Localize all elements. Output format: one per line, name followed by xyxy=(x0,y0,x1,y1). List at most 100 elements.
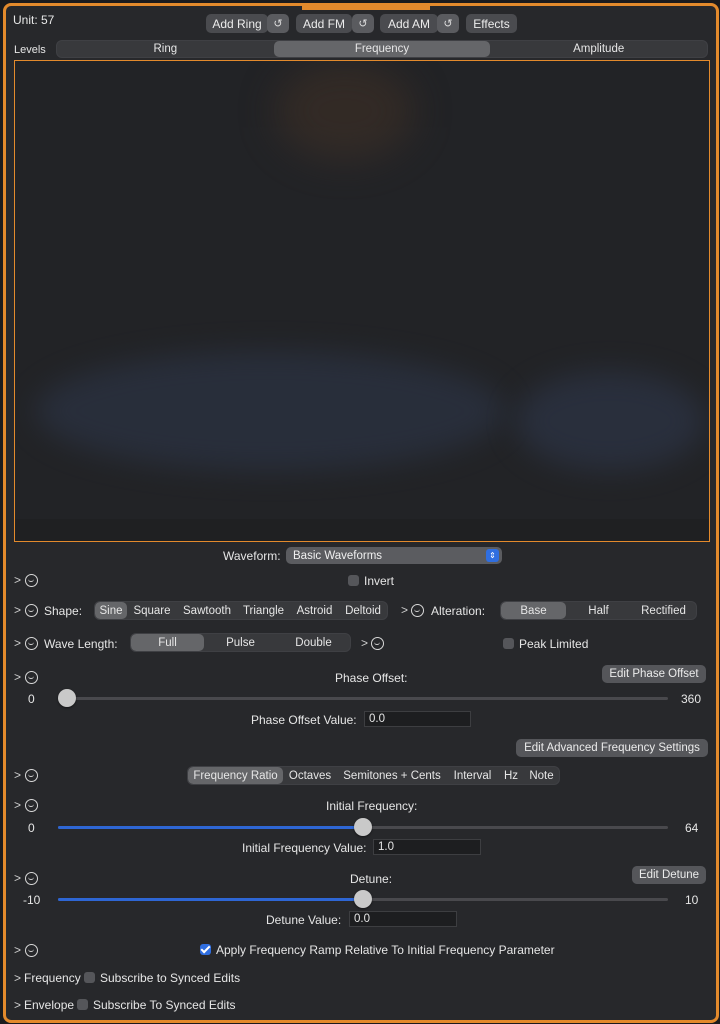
mod-source-icon[interactable] xyxy=(25,769,38,782)
alteration-option-base[interactable]: Base xyxy=(501,602,566,619)
freq-mode-ratio[interactable]: Frequency Ratio xyxy=(188,767,283,784)
shape-option-sine[interactable]: Sine xyxy=(95,602,127,619)
add-ring-button[interactable]: Add Ring xyxy=(206,14,268,33)
mod-source-icon[interactable] xyxy=(25,574,38,587)
expand-chevron-icon[interactable]: > xyxy=(14,636,21,650)
mod-source-icon[interactable] xyxy=(25,671,38,684)
expand-chevron-icon[interactable]: > xyxy=(361,636,368,650)
frequency-section-label: Frequency xyxy=(24,971,81,985)
expand-chevron-icon[interactable]: > xyxy=(14,573,21,587)
alteration-label: Alteration: xyxy=(431,604,486,618)
alteration-selector: Base Half Rectified xyxy=(500,601,697,620)
select-arrows-icon: ⇕ xyxy=(486,549,499,562)
shape-label: Shape: xyxy=(44,604,83,618)
detune-title: Detune: xyxy=(350,872,393,886)
add-am-button[interactable]: Add AM xyxy=(380,14,438,33)
mod-source-icon[interactable] xyxy=(25,604,38,617)
shape-option-triangle[interactable]: Triangle xyxy=(237,602,290,619)
edit-advanced-frequency-button[interactable]: Edit Advanced Frequency Settings xyxy=(516,739,708,757)
detune-value-field[interactable]: 0.0 xyxy=(349,911,457,927)
canvas-bottom-band xyxy=(15,519,709,541)
expand-chevron-icon[interactable]: > xyxy=(14,971,21,985)
add-fm-button[interactable]: Add FM xyxy=(296,14,352,33)
envelope-section-label: Envelope xyxy=(24,998,75,1012)
waveform-canvas[interactable] xyxy=(14,60,710,542)
slider-knob[interactable] xyxy=(58,689,76,707)
detune-slider[interactable] xyxy=(58,890,668,908)
expand-chevron-icon[interactable]: > xyxy=(14,871,21,885)
shape-option-deltoid[interactable]: Deltoid xyxy=(339,602,387,619)
expand-chevron-icon[interactable]: > xyxy=(14,798,21,812)
envelope-subscribe-label: Subscribe To Synced Edits xyxy=(93,998,236,1012)
freq-mode-hz[interactable]: Hz xyxy=(498,767,524,784)
detune-min: -10 xyxy=(23,893,41,907)
detune-max: 10 xyxy=(685,893,699,907)
peak-limited-checkbox[interactable] xyxy=(503,638,514,649)
mod-source-icon[interactable] xyxy=(25,872,38,885)
wave-length-option-full[interactable]: Full xyxy=(131,634,204,651)
mod-source-icon[interactable] xyxy=(25,799,38,812)
alteration-option-rectified[interactable]: Rectified xyxy=(631,602,696,619)
shape-option-square[interactable]: Square xyxy=(127,602,177,619)
slider-fill xyxy=(58,826,363,829)
expand-chevron-icon[interactable]: > xyxy=(14,670,21,684)
canvas-shadow-blue-left xyxy=(35,351,505,471)
initial-frequency-slider[interactable] xyxy=(58,818,668,836)
phase-offset-value-label: Phase Offset Value: xyxy=(251,713,357,727)
phase-offset-slider[interactable] xyxy=(58,689,668,707)
expand-chevron-icon[interactable]: > xyxy=(14,768,21,782)
wave-length-option-pulse[interactable]: Pulse xyxy=(204,634,277,651)
tab-amplitude[interactable]: Amplitude xyxy=(490,41,707,57)
wave-length-label: Wave Length: xyxy=(44,637,118,651)
edit-detune-button[interactable]: Edit Detune xyxy=(632,866,706,884)
panel-top-indicator xyxy=(302,6,430,10)
reset-am-icon[interactable]: ↺ xyxy=(437,14,459,33)
invert-checkbox[interactable] xyxy=(348,575,359,586)
mod-source-icon[interactable] xyxy=(25,637,38,650)
mod-source-icon[interactable] xyxy=(371,637,384,650)
edit-phase-offset-button[interactable]: Edit Phase Offset xyxy=(602,665,706,683)
expand-chevron-icon[interactable]: > xyxy=(14,603,21,617)
phase-offset-title: Phase Offset: xyxy=(335,671,408,685)
initial-frequency-value-label: Initial Frequency Value: xyxy=(242,841,367,855)
mod-source-icon[interactable] xyxy=(411,604,424,617)
ramp-checkbox[interactable] xyxy=(200,944,211,955)
slider-knob[interactable] xyxy=(354,890,372,908)
freq-mode-semitones[interactable]: Semitones + Cents xyxy=(337,767,447,784)
initial-frequency-value-field[interactable]: 1.0 xyxy=(373,839,481,855)
ramp-label: Apply Frequency Ramp Relative To Initial… xyxy=(216,943,555,957)
wave-length-option-double[interactable]: Double xyxy=(277,634,350,651)
reset-ring-icon[interactable]: ↺ xyxy=(267,14,289,33)
phase-offset-max: 360 xyxy=(681,692,702,706)
envelope-subscribe-checkbox[interactable] xyxy=(77,999,88,1010)
shape-option-astroid[interactable]: Astroid xyxy=(290,602,339,619)
slider-knob[interactable] xyxy=(354,818,372,836)
tab-ring[interactable]: Ring xyxy=(57,41,274,57)
wave-length-selector: Full Pulse Double xyxy=(130,633,351,652)
mod-source-icon[interactable] xyxy=(25,944,38,957)
alteration-option-half[interactable]: Half xyxy=(566,602,631,619)
initial-frequency-min: 0 xyxy=(28,821,35,835)
initial-frequency-max: 64 xyxy=(685,821,699,835)
freq-mode-interval[interactable]: Interval xyxy=(447,767,498,784)
effects-button[interactable]: Effects xyxy=(466,14,517,33)
waveform-select[interactable]: Basic Waveforms ⇕ xyxy=(286,547,502,564)
expand-chevron-icon[interactable]: > xyxy=(14,943,21,957)
canvas-shadow-blue-right xyxy=(515,371,705,471)
levels-label: Levels xyxy=(14,44,46,56)
unit-panel: Unit: 57 Add Ring ↺ Add FM ↺ Add AM ↺ Ef… xyxy=(3,3,719,1023)
view-tabs: Ring Frequency Amplitude xyxy=(56,40,708,58)
freq-mode-note[interactable]: Note xyxy=(524,767,559,784)
detune-value-label: Detune Value: xyxy=(266,913,342,927)
canvas-shadow-orange xyxy=(275,61,415,161)
expand-chevron-icon[interactable]: > xyxy=(401,603,408,617)
reset-fm-icon[interactable]: ↺ xyxy=(352,14,374,33)
expand-chevron-icon[interactable]: > xyxy=(14,998,21,1012)
tab-frequency[interactable]: Frequency xyxy=(273,41,491,57)
shape-option-sawtooth[interactable]: Sawtooth xyxy=(177,602,237,619)
phase-offset-value-field[interactable]: 0.0 xyxy=(364,711,471,727)
frequency-subscribe-checkbox[interactable] xyxy=(84,972,95,983)
phase-offset-min: 0 xyxy=(28,692,35,706)
slider-fill xyxy=(58,898,363,901)
freq-mode-octaves[interactable]: Octaves xyxy=(283,767,337,784)
